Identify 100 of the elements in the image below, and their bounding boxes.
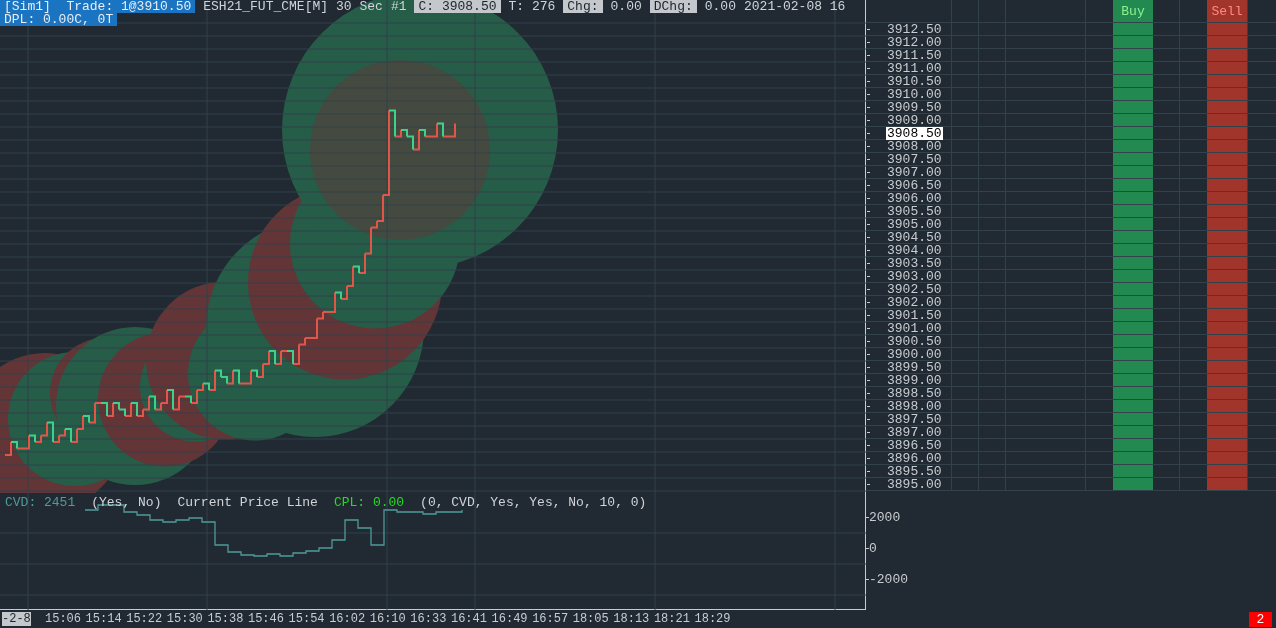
buy-cell[interactable] (1113, 218, 1153, 230)
buy-cell[interactable] (1113, 439, 1153, 451)
sell-cell[interactable] (1207, 335, 1247, 347)
price-label: 3905.00 (886, 217, 943, 231)
buy-cell[interactable] (1113, 283, 1153, 295)
sell-cell[interactable] (1207, 478, 1247, 490)
buy-cell[interactable] (1113, 127, 1153, 139)
buy-cell[interactable] (1113, 413, 1153, 425)
buy-cell[interactable] (1113, 465, 1153, 477)
sell-cell[interactable] (1207, 257, 1247, 269)
buy-cell[interactable] (1113, 153, 1153, 165)
buy-cell[interactable] (1113, 400, 1153, 412)
sell-cell[interactable] (1207, 374, 1247, 386)
sell-cell[interactable] (1207, 36, 1247, 48)
buy-cell[interactable] (1113, 257, 1153, 269)
buy-cell[interactable] (1113, 387, 1153, 399)
sell-cell[interactable] (1207, 127, 1247, 139)
sell-cell[interactable] (1207, 283, 1247, 295)
buy-cell[interactable] (1113, 309, 1153, 321)
price-label: 3907.00 (886, 165, 943, 179)
sell-cell[interactable] (1207, 361, 1247, 373)
time-label: 15:14 (85, 612, 122, 626)
header-text: DChg: (649, 0, 697, 13)
sell-cell[interactable] (1207, 309, 1247, 321)
sell-cell[interactable] (1207, 101, 1247, 113)
buy-cell[interactable] (1113, 335, 1153, 347)
buy-cell[interactable] (1113, 36, 1153, 48)
buy-cell[interactable] (1113, 374, 1153, 386)
buy-cell[interactable] (1113, 231, 1153, 243)
dpl-text: DPL: 0.00C, 0T (0, 13, 118, 26)
buy-cell[interactable] (1113, 75, 1153, 87)
price-label: 3895.00 (886, 477, 943, 491)
buy-cell[interactable] (1113, 270, 1153, 282)
price-label: 3904.00 (886, 243, 943, 257)
buy-cell[interactable] (1113, 166, 1153, 178)
buy-cell[interactable] (1113, 478, 1153, 490)
sell-cell[interactable] (1207, 205, 1247, 217)
price-label: 3905.50 (886, 204, 943, 218)
sell-cell[interactable] (1207, 244, 1247, 256)
time-label: 15:54 (288, 612, 325, 626)
time-label: 18:29 (694, 612, 731, 626)
buy-cell[interactable] (1113, 62, 1153, 74)
price-label: 3903.00 (886, 269, 943, 283)
price-label: 3904.50 (886, 230, 943, 244)
buy-cell[interactable] (1113, 361, 1153, 373)
buy-cell[interactable] (1113, 244, 1153, 256)
buy-column-header[interactable]: Buy (1113, 0, 1153, 22)
sell-cell[interactable] (1207, 231, 1247, 243)
sell-cell[interactable] (1207, 439, 1247, 451)
sell-cell[interactable] (1207, 153, 1247, 165)
header-text: #1 (390, 0, 407, 13)
buy-cell[interactable] (1113, 23, 1153, 35)
sell-cell[interactable] (1207, 296, 1247, 308)
time-label: 18:13 (613, 612, 650, 626)
sell-cell[interactable] (1207, 192, 1247, 204)
buy-cell[interactable] (1113, 426, 1153, 438)
sell-cell[interactable] (1207, 413, 1247, 425)
sell-cell[interactable] (1207, 49, 1247, 61)
sell-cell[interactable] (1207, 140, 1247, 152)
sell-cell[interactable] (1207, 452, 1247, 464)
buy-cell[interactable] (1113, 140, 1153, 152)
sell-cell[interactable] (1207, 23, 1247, 35)
buy-cell[interactable] (1113, 348, 1153, 360)
price-label: 3909.50 (886, 100, 943, 114)
buy-cell[interactable] (1113, 179, 1153, 191)
time-label: 16:02 (329, 612, 366, 626)
price-label: 3897.00 (886, 425, 943, 439)
sell-cell[interactable] (1207, 465, 1247, 477)
price-label: 3903.50 (886, 256, 943, 270)
time-label: 15:46 (247, 612, 284, 626)
sell-cell[interactable] (1207, 166, 1247, 178)
sell-cell[interactable] (1207, 387, 1247, 399)
buy-cell[interactable] (1113, 49, 1153, 61)
price-label: 3898.50 (886, 386, 943, 400)
buy-cell[interactable] (1113, 296, 1153, 308)
sell-cell[interactable] (1207, 75, 1247, 87)
price-label: 3907.50 (886, 152, 943, 166)
header-text: Chg: (563, 0, 603, 13)
buy-cell[interactable] (1113, 192, 1153, 204)
buy-cell[interactable] (1113, 452, 1153, 464)
buy-cell[interactable] (1113, 114, 1153, 126)
sell-cell[interactable] (1207, 218, 1247, 230)
time-label: 16:49 (491, 612, 528, 626)
price-label: 3899.50 (886, 360, 943, 374)
alert-badge[interactable]: 2 (1249, 611, 1272, 627)
buy-cell[interactable] (1113, 101, 1153, 113)
sell-cell[interactable] (1207, 88, 1247, 100)
buy-cell[interactable] (1113, 88, 1153, 100)
buy-cell[interactable] (1113, 205, 1153, 217)
sell-cell[interactable] (1207, 114, 1247, 126)
sell-column-header[interactable]: Sell (1207, 0, 1247, 22)
sell-cell[interactable] (1207, 270, 1247, 282)
sell-cell[interactable] (1207, 348, 1247, 360)
sell-cell[interactable] (1207, 426, 1247, 438)
sell-cell[interactable] (1207, 179, 1247, 191)
header-text: 2021-02-08 16 (744, 0, 846, 13)
buy-cell[interactable] (1113, 322, 1153, 334)
sell-cell[interactable] (1207, 322, 1247, 334)
sell-cell[interactable] (1207, 400, 1247, 412)
sell-cell[interactable] (1207, 62, 1247, 74)
